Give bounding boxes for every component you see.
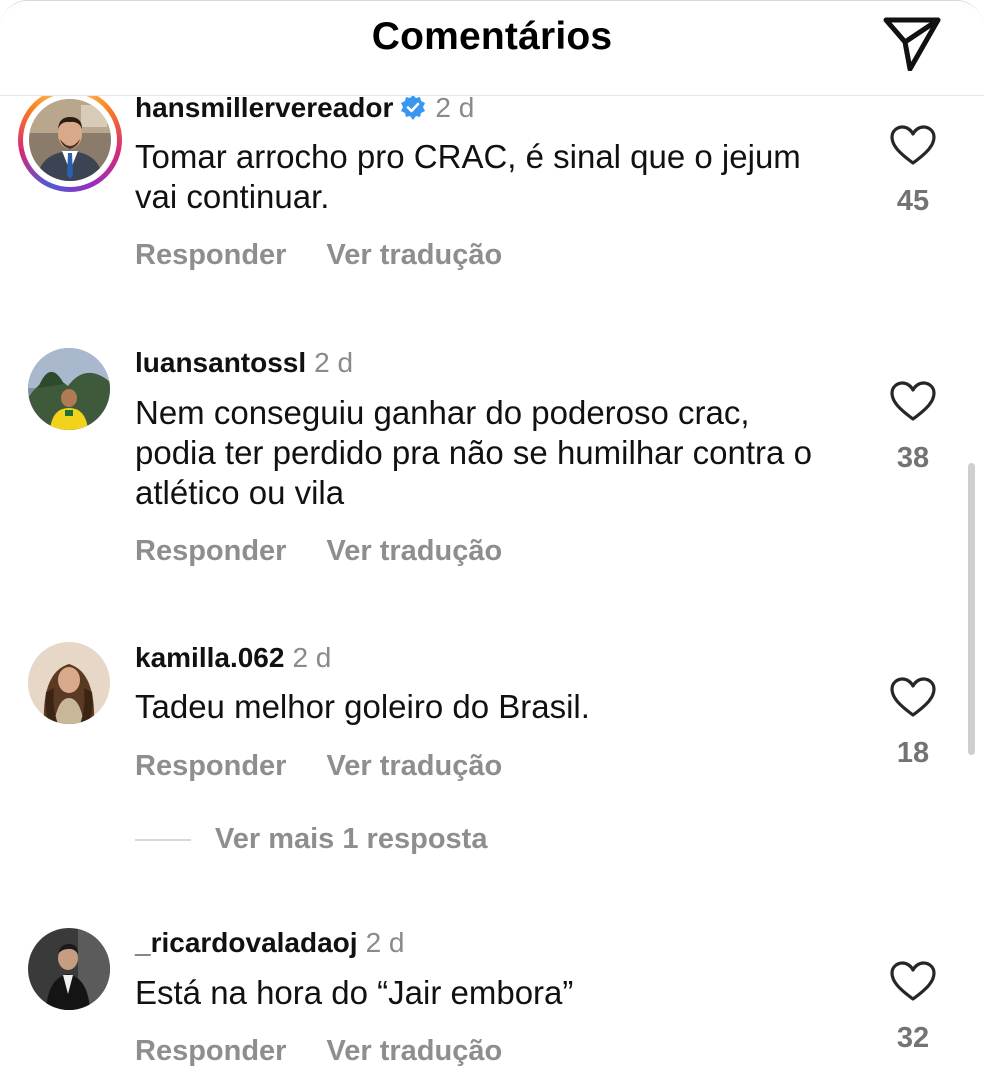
reply-button[interactable]: Responder xyxy=(135,535,286,567)
comment-time: 2 d xyxy=(365,927,405,958)
avatar[interactable] xyxy=(28,928,112,1012)
like-count: 45 xyxy=(896,185,930,217)
comment-username[interactable]: hansmillervereador xyxy=(135,92,393,123)
avatar[interactable] xyxy=(28,348,112,432)
comment-username[interactable]: _ricardovaladaoj xyxy=(135,927,358,958)
like-button[interactable] xyxy=(888,379,938,423)
comment-time: 2 d xyxy=(314,347,354,378)
comments-sheet: Comentários hansmillervereador 2 d Tomar… xyxy=(0,0,984,1075)
like-button[interactable] xyxy=(888,123,938,167)
translate-button[interactable]: Ver tradução xyxy=(326,750,502,782)
comment-text: Tadeu melhor goleiro do Brasil. xyxy=(135,688,590,725)
heart-icon xyxy=(890,961,936,1001)
comment-text: Nem conseguiu ganhar do poderoso crac, p… xyxy=(135,394,812,511)
comment-time: 2 d xyxy=(435,92,475,123)
view-more-replies-button[interactable]: Ver mais 1 resposta xyxy=(135,823,487,863)
translate-button[interactable]: Ver tradução xyxy=(326,1035,502,1067)
verified-badge-icon xyxy=(401,95,426,120)
like-button[interactable] xyxy=(888,675,938,719)
page-title: Comentários xyxy=(371,15,613,58)
comment-text: Tomar arrocho pro CRAC, é sinal que o je… xyxy=(135,138,801,215)
avatar[interactable] xyxy=(18,88,122,192)
reply-button[interactable]: Responder xyxy=(135,1035,286,1067)
like-count: 38 xyxy=(896,442,930,474)
comment-time: 2 d xyxy=(292,642,332,673)
comment-username[interactable]: kamilla.062 xyxy=(135,642,284,673)
paper-plane-icon xyxy=(883,17,941,72)
heart-icon xyxy=(890,677,936,717)
like-button[interactable] xyxy=(888,959,938,1003)
translate-button[interactable]: Ver tradução xyxy=(326,535,502,567)
replies-divider xyxy=(135,838,191,841)
avatar[interactable] xyxy=(28,642,112,726)
like-count: 32 xyxy=(896,1022,930,1054)
comment-text: Está na hora do “Jair embora” xyxy=(135,974,574,1011)
reply-button[interactable]: Responder xyxy=(135,750,286,782)
like-count: 18 xyxy=(896,737,930,769)
heart-icon xyxy=(890,125,936,165)
translate-button[interactable]: Ver tradução xyxy=(326,239,502,271)
reply-button[interactable]: Responder xyxy=(135,239,286,271)
comment-username[interactable]: luansantossl xyxy=(135,347,306,378)
heart-icon xyxy=(890,381,936,421)
scrollbar[interactable] xyxy=(968,463,975,755)
share-button[interactable] xyxy=(880,11,944,72)
comments-header: Comentários xyxy=(0,1,984,96)
view-more-replies-label: Ver mais 1 resposta xyxy=(215,823,488,855)
